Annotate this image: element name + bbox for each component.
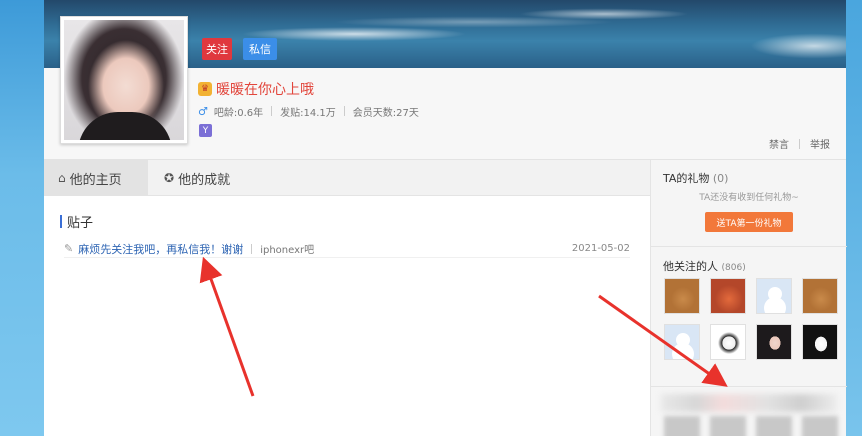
gifts-title-text: TA的礼物 [663, 172, 710, 185]
profile-page: 关注 私信 ♛ 暖暖在你心上哦 ♂ 吧龄:0.6年 发贴:14.1万 会员天数:… [44, 0, 847, 436]
ban-link[interactable]: 禁言 [769, 136, 789, 151]
username-row: ♛ 暖暖在你心上哦 [198, 79, 314, 99]
username: 暖暖在你心上哦 [216, 82, 314, 98]
following-avatar[interactable] [710, 278, 746, 314]
posts-section-title: 贴子 [60, 212, 94, 231]
message-button[interactable]: 私信 [243, 38, 277, 60]
post-forum-link[interactable]: iphonexr吧 [260, 241, 314, 256]
achievement-icon: ✪ [164, 171, 175, 185]
user-stats: ♂ 吧龄:0.6年 发贴:14.1万 会员天数:27天 [198, 103, 419, 119]
vip-crown-icon[interactable]: ♛ [198, 82, 212, 96]
male-icon: ♂ [198, 104, 208, 118]
gifts-count: (0) [712, 172, 729, 185]
stat-bar-age: 吧龄:0.6年 [213, 107, 264, 119]
profile-tabs: ⌂ 他的主页 ✪ 他的成就 [44, 160, 650, 196]
blurred-region [651, 386, 847, 436]
admin-links: 禁言 举报 [769, 136, 830, 151]
posts-title-text: 贴子 [67, 215, 94, 231]
following-avatar[interactable] [756, 278, 792, 314]
gifts-empty-text: TA还没有收到任何礼物~ [699, 193, 799, 203]
section-accent-bar [60, 214, 62, 228]
following-avatar[interactable] [664, 278, 700, 314]
stat-member-days: 会员天数:27天 [352, 107, 419, 119]
post-list-item: ✎ 麻烦先关注我吧，再私信我！谢谢 iphonexr吧 2021-05-02 [64, 240, 630, 258]
following-title-text: 他关注的人 [663, 260, 718, 273]
stat-divider [271, 106, 273, 116]
tab-home[interactable]: ⌂ 他的主页 [44, 160, 148, 196]
following-title[interactable]: 他关注的人 (806) [663, 258, 746, 274]
send-gift-button[interactable]: 送TA第一份礼物 [705, 212, 793, 232]
tab-achievements[interactable]: ✪ 他的成就 [150, 160, 260, 196]
following-avatar[interactable] [710, 324, 746, 360]
post-date: 2021-05-02 [571, 243, 630, 254]
stat-divider [343, 106, 345, 116]
following-avatar[interactable] [802, 278, 838, 314]
edit-icon: ✎ [64, 242, 74, 255]
following-avatar[interactable] [664, 324, 700, 360]
home-icon: ⌂ [58, 171, 66, 185]
tab-achievements-label: 他的成就 [178, 172, 231, 188]
tab-home-label: 他的主页 [69, 172, 122, 188]
page-background-left [0, 0, 44, 436]
sidebar-divider [651, 246, 847, 247]
post-divider [251, 243, 253, 254]
gifts-title: TA的礼物 (0) [663, 170, 728, 186]
follow-button[interactable]: 关注 [202, 38, 232, 60]
sidebar-divider [651, 386, 847, 387]
level-badge-icon[interactable]: Y [199, 124, 212, 137]
page-background-right [846, 0, 862, 436]
following-count: (806) [721, 263, 746, 273]
report-link[interactable]: 举报 [810, 136, 830, 151]
avatar-image [64, 20, 184, 140]
right-sidebar: TA的礼物 (0) TA还没有收到任何礼物~ 送TA第一份礼物 他关注的人 (8… [650, 160, 847, 436]
post-title-link[interactable]: 麻烦先关注我吧，再私信我！谢谢 [78, 241, 243, 257]
user-avatar[interactable] [60, 16, 188, 144]
blurred-text [661, 394, 837, 412]
following-avatar[interactable] [756, 324, 792, 360]
stat-posts: 发贴:14.1万 [280, 107, 336, 119]
blurred-avatars [664, 416, 840, 436]
link-divider [799, 138, 800, 149]
following-avatar[interactable] [802, 324, 838, 360]
